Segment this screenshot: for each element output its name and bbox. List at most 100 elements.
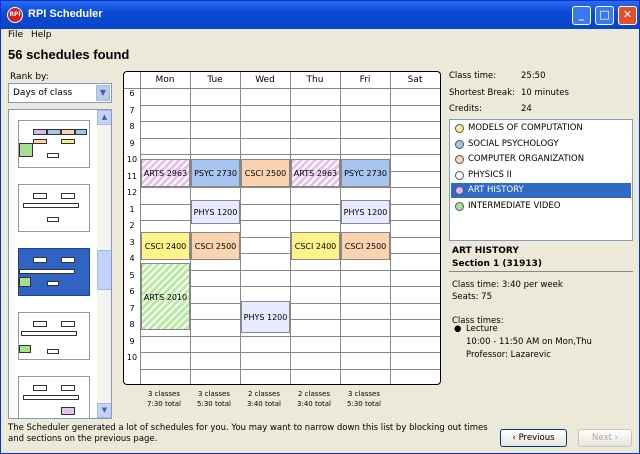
day-total: 3 classes 5:30 total (189, 389, 239, 409)
course-name: COMPUTER ORGANIZATION (468, 154, 585, 164)
menu-bar: File Help (1, 29, 639, 43)
maximize-button[interactable]: □ (595, 6, 614, 25)
day-total-classes: 3 classes (197, 390, 230, 398)
class-block[interactable]: ARTS 2010 (141, 263, 190, 330)
page-title: 56 schedules found (8, 47, 130, 62)
course-list[interactable]: MODELS OF COMPUTATION SOCIAL PSYCHOLOGY CO… (449, 119, 633, 241)
class-block[interactable]: PHYS 1200 (191, 200, 240, 224)
detail-section: Section 1 (31913) (452, 259, 542, 269)
scroll-down-icon[interactable]: ▼ (97, 403, 111, 418)
menu-help[interactable]: Help (31, 30, 52, 40)
class-block[interactable]: PHYS 1200 (341, 200, 390, 224)
hour-label: 1 (129, 205, 135, 214)
day-total-classes: 2 classes (297, 390, 330, 398)
title-bar[interactable]: RPI RPI Scheduler _ □ ✕ (1, 1, 639, 29)
course-color-icon (455, 170, 464, 180)
day-header-fri: Fri (359, 75, 371, 85)
course-color-icon (455, 201, 464, 211)
course-item[interactable]: ART HISTORY (451, 183, 631, 198)
day-total-classes: 3 classes (147, 390, 180, 398)
course-color-icon (455, 139, 464, 149)
course-name: PHYSICS II (468, 169, 512, 180)
day-gridline (140, 72, 141, 384)
scrollbar-thumb[interactable] (97, 250, 111, 290)
course-item[interactable]: COMPUTER ORGANIZATION (451, 152, 631, 167)
course-item[interactable]: INTERMEDIATE VIDEO (451, 199, 631, 214)
class-block[interactable]: PHYS 1200 (241, 301, 290, 333)
class-block[interactable]: CSCI 2400 (291, 232, 340, 260)
course-color-icon (455, 186, 464, 195)
class-block[interactable]: CSCI 2400 (141, 232, 190, 260)
detail-professor: Professor: Lazarevic (466, 350, 551, 360)
credits-row: Credits: 24 (449, 104, 532, 114)
hour-label: 7 (129, 304, 135, 313)
course-name: MODELS OF COMPUTATION (468, 123, 583, 133)
close-button[interactable]: ✕ (618, 6, 637, 25)
day-total-time: 3:40 total (247, 400, 281, 408)
minimize-button[interactable]: _ (572, 6, 591, 25)
hour-label: 12 (126, 188, 138, 197)
weekly-schedule-grid: Mon Tue Wed Thu Fri Sat 6 7 8 9 10 11 12 1 2 3 4 5 6 7 8 9 10 A… (123, 71, 441, 385)
menu-file[interactable]: File (8, 30, 23, 40)
hour-label: 5 (129, 271, 135, 280)
hour-label: 3 (129, 238, 135, 247)
detail-class-time: Class time: 3:40 per week (452, 280, 563, 290)
class-block[interactable]: CSCI 2500 (341, 232, 390, 260)
detail-time: 10:00 - 11:50 AM on Mon,Thu (466, 337, 592, 347)
thumbnail-scrollbar[interactable]: ▲ ▼ (97, 110, 111, 418)
hour-label: 7 (129, 106, 135, 115)
class-block[interactable]: CSCI 2500 (191, 232, 240, 260)
previous-button[interactable]: ‹ Previous (500, 429, 567, 447)
hour-label: 9 (129, 337, 135, 346)
class-block[interactable]: PSYC 2730 (341, 159, 390, 187)
day-total: 2 classes 3:40 total (239, 389, 289, 409)
day-total-time: 5:30 total (197, 400, 231, 408)
hour-label: 2 (129, 221, 135, 230)
scroll-up-icon[interactable]: ▲ (97, 110, 111, 125)
hour-label: 9 (129, 139, 135, 148)
class-block[interactable]: PSYC 2730 (191, 159, 240, 187)
schedule-thumbnail[interactable] (18, 312, 90, 360)
day-gridline (390, 72, 391, 384)
class-block[interactable]: ARTS 2963 (291, 159, 340, 187)
schedule-thumbnail[interactable] (18, 376, 90, 418)
day-total: 3 classes 7:30 total (139, 389, 189, 409)
class-time-row: Class time: 25:50 (449, 71, 546, 81)
next-button[interactable]: Next › (578, 429, 632, 447)
rank-by-value: Days of class (13, 88, 73, 98)
day-gridline (340, 72, 341, 384)
hour-label: 6 (129, 287, 135, 296)
class-block[interactable]: ARTS 2963 (141, 159, 190, 187)
hour-label: 6 (129, 89, 135, 98)
day-header-tue: Tue (207, 75, 223, 85)
schedule-thumbnail-list[interactable]: ▲ ▼ (8, 109, 112, 419)
course-name: INTERMEDIATE VIDEO (468, 200, 561, 211)
hour-label: 8 (129, 320, 135, 329)
rank-by-select[interactable]: Days of class ▼ (8, 83, 112, 103)
rank-by-label: Rank by: (10, 72, 49, 82)
schedule-thumbnail[interactable] (18, 120, 90, 168)
chevron-down-icon[interactable]: ▼ (96, 85, 110, 101)
hour-label: 10 (126, 155, 138, 164)
day-header-thu: Thu (306, 75, 324, 85)
day-total-time: 7:30 total (147, 400, 181, 408)
day-total-time: 5:30 total (347, 400, 381, 408)
app-window: RPI RPI Scheduler _ □ ✕ File Help 56 sch… (0, 0, 640, 454)
day-gridline (190, 72, 191, 384)
schedule-thumbnail-selected[interactable] (18, 248, 90, 296)
day-total-time: 3:40 total (297, 400, 331, 408)
course-item[interactable]: SOCIAL PSYCHOLOGY (451, 137, 631, 152)
app-icon: RPI (7, 7, 23, 23)
day-total-classes: 2 classes (247, 390, 280, 398)
detail-course-title: ART HISTORY (452, 246, 519, 256)
window-title: RPI Scheduler (28, 8, 103, 20)
day-header-sat: Sat (407, 75, 423, 85)
hour-label: 4 (129, 254, 135, 263)
schedule-thumbnail[interactable] (18, 184, 90, 232)
day-total-classes: 3 classes (347, 390, 380, 398)
class-block[interactable]: CSCI 2500 (241, 159, 290, 187)
course-item[interactable]: PHYSICS II (451, 168, 631, 183)
day-header-wed: Wed (255, 75, 275, 85)
course-item[interactable]: MODELS OF COMPUTATION (451, 121, 631, 136)
day-gridline (240, 72, 241, 384)
